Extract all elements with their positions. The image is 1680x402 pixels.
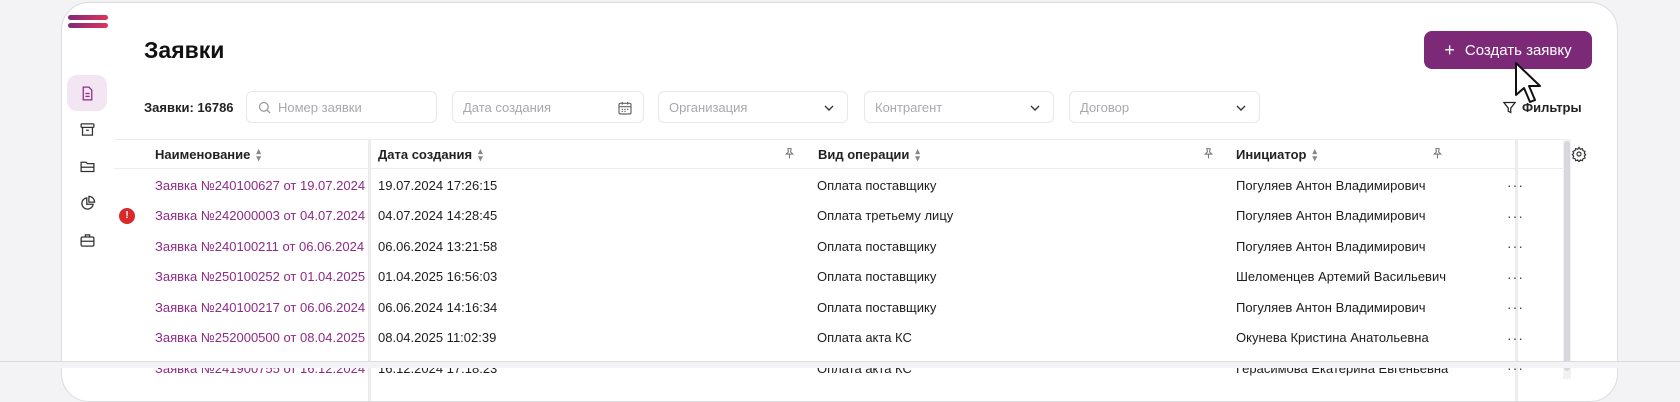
calendar-icon[interactable]: [617, 100, 633, 116]
request-number-placeholder: Номер заявки: [278, 99, 362, 115]
column-header-label: Наименование: [155, 147, 251, 162]
initiator-cell: Окунева Кристина Анатольевна: [1236, 330, 1429, 345]
row-menu-button[interactable]: ···: [1507, 262, 1524, 292]
chevron-down-icon: [1236, 105, 1246, 111]
column-header-label: Дата создания: [378, 147, 473, 162]
operation-type-cell: Оплата поставщику: [817, 269, 937, 284]
row-menu-button[interactable]: ···: [1507, 170, 1524, 200]
table-row[interactable]: ! Заявка №242000003 от 04.07.2024 04.07.20…: [62, 201, 1617, 231]
creation-date-cell: 08.04.2025 11:02:39: [378, 330, 497, 345]
initiator-cell: Погуляев Антон Владимирович: [1236, 299, 1426, 315]
creation-date-cell: 01.04.2025 16:56:03: [378, 269, 498, 284]
request-name-link[interactable]: Заявка №240100627 от 19.07.2024: [155, 170, 365, 200]
request-name-link[interactable]: Заявка №241900755 от 16.12.2024: [155, 353, 365, 383]
row-menu-button[interactable]: ···: [1507, 201, 1524, 231]
organization-select[interactable]: Организация: [658, 91, 848, 123]
creation-date-cell: 06.06.2024 14:16:34: [378, 299, 498, 315]
operation-type-cell: Оплата акта КС: [817, 360, 912, 376]
sort-icon[interactable]: ▴ ▾: [915, 146, 920, 162]
chevron-down-icon: [1030, 105, 1040, 111]
request-number-input[interactable]: Номер заявки: [246, 91, 437, 123]
contract-placeholder: Договор: [1080, 99, 1130, 115]
archive-icon: [79, 122, 95, 136]
column-header-date[interactable]: Дата создания ▴ ▾: [378, 140, 483, 169]
creation-date-cell: 04.07.2024 14:28:45: [378, 208, 498, 223]
pin-icon[interactable]: [1202, 147, 1215, 160]
operation-type-cell: Оплата поставщику: [817, 238, 937, 254]
contract-select[interactable]: Договор: [1069, 91, 1260, 123]
create-request-label: Создать заявку: [1464, 41, 1572, 59]
sidebar-item-documents[interactable]: [67, 75, 107, 111]
mouse-cursor-icon: [1515, 62, 1541, 103]
chevron-down-icon: [824, 105, 834, 111]
alert-icon: !: [119, 207, 135, 224]
operation-type-cell: Оплата акта КС: [817, 330, 912, 345]
row-menu-button[interactable]: ···: [1507, 323, 1524, 353]
page-bottom-edge: [0, 361, 1680, 368]
initiator-cell: Герасимова Екатерина Евгеньевна: [1236, 360, 1449, 376]
creation-date-placeholder: Дата создания: [463, 99, 552, 115]
operation-type-cell: Оплата третьему лицу: [817, 208, 954, 223]
search-icon: [258, 101, 271, 114]
initiator-cell: Шеломенцев Артемий Васильевич: [1236, 269, 1446, 284]
sidebar-item-archive[interactable]: [67, 111, 107, 147]
creation-date-cell: 16.12.2024 17:18:23: [378, 360, 498, 376]
gear-icon[interactable]: [1571, 146, 1587, 162]
row-menu-button[interactable]: ···: [1507, 292, 1524, 322]
organization-placeholder: Организация: [669, 99, 748, 115]
creation-date-input[interactable]: Дата создания: [452, 91, 644, 123]
plus-icon: +: [1444, 40, 1455, 60]
counterparty-select[interactable]: Контрагент: [864, 91, 1054, 123]
operation-type-cell: Оплата поставщику: [817, 299, 937, 315]
column-header-label: Вид операции: [818, 147, 910, 162]
column-header-label: Инициатор: [1236, 147, 1307, 162]
table-scrollbar[interactable]: [1563, 139, 1571, 379]
row-menu-button[interactable]: ···: [1507, 353, 1524, 383]
initiator-cell: Погуляев Антон Владимирович: [1236, 177, 1426, 193]
request-name-link[interactable]: Заявка №240100211 от 06.06.2024: [155, 231, 364, 261]
operation-type-cell: Оплата поставщику: [817, 177, 937, 193]
table-row[interactable]: Заявка №252000500 от 08.04.2025 08.04.202…: [62, 323, 1617, 353]
table-row[interactable]: Заявка №240100211 от 06.06.2024 06.06.202…: [62, 231, 1617, 261]
request-name-link[interactable]: Заявка №250100252 от 01.04.2025: [155, 262, 365, 292]
request-count: Заявки: 16786: [144, 100, 234, 115]
page-title: Заявки: [144, 37, 225, 63]
initiator-cell: Погуляев Антон Владимирович: [1236, 208, 1426, 223]
column-header-initiator[interactable]: Инициатор ▴ ▾: [1236, 140, 1317, 169]
create-request-button[interactable]: + Создать заявку: [1424, 31, 1592, 69]
sort-icon[interactable]: ▴ ▾: [256, 146, 261, 162]
table-row[interactable]: Заявка №250100252 от 01.04.2025 01.04.202…: [62, 262, 1617, 292]
table-row[interactable]: Заявка №240100627 от 19.07.2024 19.07.202…: [62, 170, 1617, 200]
table-row[interactable]: Заявка №241900755 от 16.12.2024 16.12.202…: [62, 353, 1617, 383]
column-header-operation[interactable]: Вид операции ▴ ▾: [818, 140, 920, 169]
column-header-name[interactable]: Наименование ▴ ▾: [155, 140, 261, 169]
request-name-link[interactable]: Заявка №240100217 от 06.06.2024: [155, 292, 365, 322]
counterparty-placeholder: Контрагент: [875, 99, 943, 115]
sort-icon[interactable]: ▴ ▾: [1312, 146, 1317, 162]
document-icon: [82, 85, 92, 101]
sort-icon[interactable]: ▴ ▾: [478, 146, 483, 162]
app-window: Заявки + Создать заявку Заявки: 16786 Но…: [61, 2, 1618, 402]
creation-date-cell: 06.06.2024 13:21:58: [378, 238, 498, 254]
initiator-cell: Погуляев Антон Владимирович: [1236, 238, 1426, 254]
logo: [68, 15, 108, 29]
request-name-link[interactable]: Заявка №242000003 от 04.07.2024: [155, 201, 365, 231]
pin-icon[interactable]: [783, 147, 796, 160]
scrollbar-thumb[interactable]: [1564, 141, 1570, 371]
pin-icon[interactable]: [1431, 147, 1444, 160]
table-row[interactable]: Заявка №240100217 от 06.06.2024 06.06.202…: [62, 292, 1617, 322]
table-header: Наименование ▴ ▾ Дата создания ▴ ▾ Вид опе…: [114, 139, 1563, 169]
creation-date-cell: 19.07.2024 17:26:15: [378, 177, 498, 193]
request-name-link[interactable]: Заявка №252000500 от 08.04.2025: [155, 323, 365, 353]
row-menu-button[interactable]: ···: [1507, 231, 1524, 261]
